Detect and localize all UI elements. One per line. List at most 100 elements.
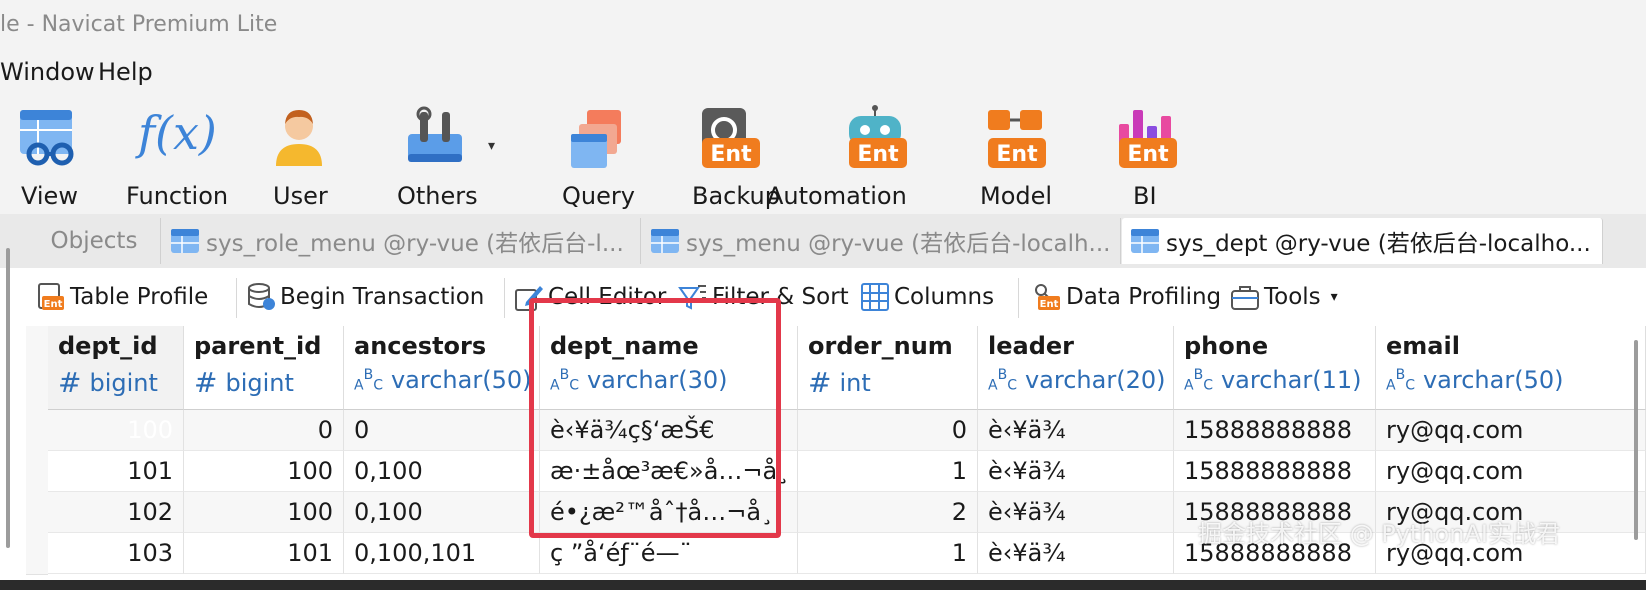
row-selector[interactable] (26, 410, 48, 452)
tab-sys-dept[interactable]: sys_dept @ry-vue (若依后台-localho... (1122, 218, 1603, 264)
table-cell-ancestors[interactable]: 0,100 (344, 492, 540, 533)
others-icon (408, 106, 462, 162)
row-selector[interactable] (26, 492, 48, 534)
svg-text:Ent: Ent (44, 299, 63, 310)
table-cell-dept-id[interactable]: 102 (48, 492, 184, 533)
column-name: leader (988, 332, 1074, 360)
vertical-scrollbar[interactable] (1634, 340, 1638, 540)
table-cell-leader[interactable]: è‹¥ä¾ (978, 533, 1174, 574)
cell-editor-button[interactable]: Cell Editor (514, 278, 666, 316)
tab-sys-menu[interactable]: sys_menu @ry-vue (若依后台-localh... (642, 218, 1121, 264)
table-cell-dept-name[interactable]: æ·±åœ³æ€»å…¬å¸ (540, 451, 798, 492)
table-cell-order-num[interactable]: 1 (798, 533, 978, 574)
abc-c: C (1405, 377, 1415, 394)
column-header-dept-id[interactable]: dept_id # bigint (48, 326, 184, 410)
left-scrollbar[interactable] (6, 248, 10, 548)
column-type: # int (808, 366, 871, 399)
numeric-type-icon: # (808, 366, 832, 399)
menu-help[interactable]: Help (98, 58, 153, 86)
text-type-icon: ABC (1184, 367, 1213, 394)
column-type-label: int (839, 368, 871, 397)
numeric-type-icon: # (58, 366, 82, 399)
abc-c: C (1203, 377, 1213, 394)
column-header-email[interactable]: email ABC varchar(50) (1376, 326, 1646, 410)
table-cell-email[interactable]: ry@qq.com (1376, 451, 1646, 492)
table-cell-ancestors[interactable]: 0 (344, 410, 540, 451)
automation-icon: Ent (849, 105, 907, 168)
column-type-label: bigint (89, 368, 158, 397)
table-cell-phone[interactable]: 15888888888 (1174, 451, 1376, 492)
table-cell-dept-name[interactable]: é•¿æ²™åˆ†å…¬å¸ (540, 492, 798, 533)
tools-button[interactable]: Tools ▾ (1230, 278, 1338, 316)
table-cell-ancestors[interactable]: 0,100,101 (344, 533, 540, 574)
table-cell-leader[interactable]: è‹¥ä¾ (978, 451, 1174, 492)
tab-objects-label: Objects (50, 228, 138, 254)
bi-ent-badge: Ent (1127, 142, 1169, 167)
column-type: ABC varchar(50) (1386, 366, 1563, 394)
data-profiling-icon: Ent (1035, 284, 1060, 310)
column-header-dept-name[interactable]: dept_name ABC varchar(30) (540, 326, 798, 410)
table-cell-parent-id[interactable]: 0 (184, 410, 344, 451)
menu-bar: Window Help (0, 52, 1646, 94)
toolbar-divider (1018, 278, 1019, 318)
toolbar-automation-label: Automation (767, 182, 907, 210)
abc-a: A (550, 377, 560, 394)
main-toolbar: View f(x) Function User Others ▾ Query E… (0, 94, 1646, 214)
column-header-parent-id[interactable]: parent_id # bigint (184, 326, 344, 410)
bi-icon: Ent (1119, 110, 1177, 168)
column-type: ABC varchar(20) (988, 366, 1165, 394)
table-cell-parent-id[interactable]: 100 (184, 451, 344, 492)
toolbar-bi-label: BI (1133, 182, 1157, 210)
table-profile-button[interactable]: Ent Table Profile (36, 278, 208, 316)
model-ent-badge: Ent (996, 142, 1038, 167)
filter-sort-button[interactable]: Filter & Sort (678, 278, 849, 316)
column-header-phone[interactable]: phone ABC varchar(11) (1174, 326, 1376, 410)
table-cell-parent-id[interactable]: 100 (184, 492, 344, 533)
column-name: dept_name (550, 332, 699, 360)
columns-button[interactable]: Columns (860, 278, 994, 316)
column-name: phone (1184, 332, 1269, 360)
database-icon (248, 283, 275, 310)
table-cell-leader[interactable]: è‹¥ä¾ (978, 410, 1174, 451)
begin-transaction-label: Begin Transaction (280, 284, 485, 310)
table-cell-parent-id[interactable]: 101 (184, 533, 344, 574)
table-cell-phone[interactable]: 15888888888 (1174, 410, 1376, 451)
begin-transaction-button[interactable]: Begin Transaction (246, 278, 484, 316)
tab-label: sys_dept @ry-vue (若依后台-localho... (1166, 231, 1591, 257)
table-cell-dept-id[interactable]: 100 (48, 410, 184, 451)
table-icon (171, 229, 199, 253)
table-cell-order-num[interactable]: 0 (798, 410, 978, 451)
query-icon (571, 110, 621, 168)
data-profiling-label: Data Profiling (1066, 284, 1222, 310)
table-cell-email[interactable]: ry@qq.com (1376, 410, 1646, 451)
tab-objects[interactable]: Objects (28, 218, 161, 264)
menu-window[interactable]: Window (0, 58, 95, 86)
column-type-label: bigint (225, 368, 294, 397)
tools-label: Tools (1264, 284, 1321, 310)
column-type-label: varchar(50) (390, 366, 532, 394)
column-type-label: varchar(30) (586, 366, 728, 394)
toolbar-divider (504, 278, 505, 318)
tools-dropdown-caret-icon[interactable]: ▾ (1331, 289, 1338, 305)
table-cell-dept-id[interactable]: 101 (48, 451, 184, 492)
row-selector[interactable] (26, 451, 48, 493)
text-type-icon: ABC (988, 367, 1017, 394)
table-cell-dept-name[interactable]: ç ”å‘éƒ¨é—¨ (540, 533, 798, 574)
table-cell-order-num[interactable]: 2 (798, 492, 978, 533)
toolbar-user-label: User (273, 182, 328, 210)
table-cell-leader[interactable]: è‹¥ä¾ (978, 492, 1174, 533)
column-header-order-num[interactable]: order_num # int (798, 326, 978, 410)
row-selector[interactable] (26, 533, 48, 575)
column-header-leader[interactable]: leader ABC varchar(20) (978, 326, 1174, 410)
toolbar-divider (236, 278, 237, 318)
data-profiling-button[interactable]: Ent Data Profiling (1032, 278, 1221, 316)
table-cell-ancestors[interactable]: 0,100 (344, 451, 540, 492)
table-cell-order-num[interactable]: 1 (798, 451, 978, 492)
table-cell-dept-name[interactable]: è‹¥ä¾ç§‘æŠ€ (540, 410, 798, 451)
backup-icon: Ent (702, 108, 760, 168)
table-cell-dept-id[interactable]: 103 (48, 533, 184, 574)
tab-sys-role-menu[interactable]: sys_role_menu @ry-vue (若依后台-l... (162, 218, 641, 264)
column-header-ancestors[interactable]: ancestors ABC varchar(50) (344, 326, 540, 410)
column-name: parent_id (194, 332, 322, 360)
others-dropdown-caret-icon[interactable]: ▾ (488, 138, 495, 154)
